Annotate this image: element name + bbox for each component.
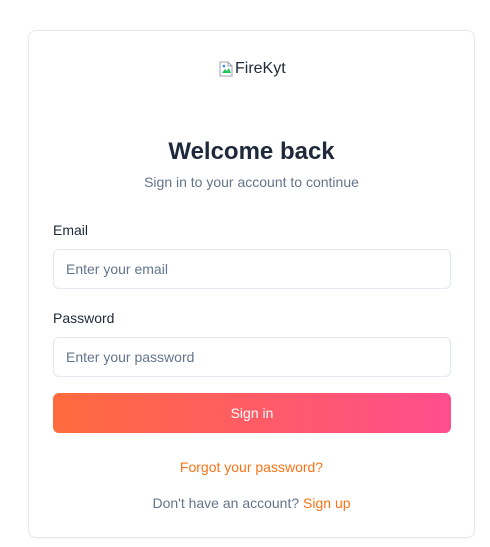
forgot-password-link[interactable]: Forgot your password? (180, 459, 323, 475)
broken-image-icon (219, 61, 233, 77)
email-label: Email (53, 222, 89, 238)
login-card: FireKyt Welcome back Sign in to your acc… (28, 30, 475, 538)
forgot-password-row: Forgot your password? (29, 458, 474, 476)
logo-alt-text: FireKyt (235, 60, 286, 77)
page-subtitle: Sign in to your account to continue (144, 174, 359, 190)
logo: FireKyt (219, 57, 286, 81)
sign-up-link[interactable]: Sign up (303, 495, 350, 511)
signup-row: Don't have an account? Sign up (29, 494, 474, 512)
password-label: Password (53, 310, 115, 326)
email-field[interactable] (53, 249, 451, 289)
sign-in-button[interactable]: Sign in (53, 393, 451, 433)
page-title: Welcome back (168, 138, 335, 165)
signup-prompt: Don't have an account? (152, 495, 300, 511)
password-field[interactable] (53, 337, 451, 377)
